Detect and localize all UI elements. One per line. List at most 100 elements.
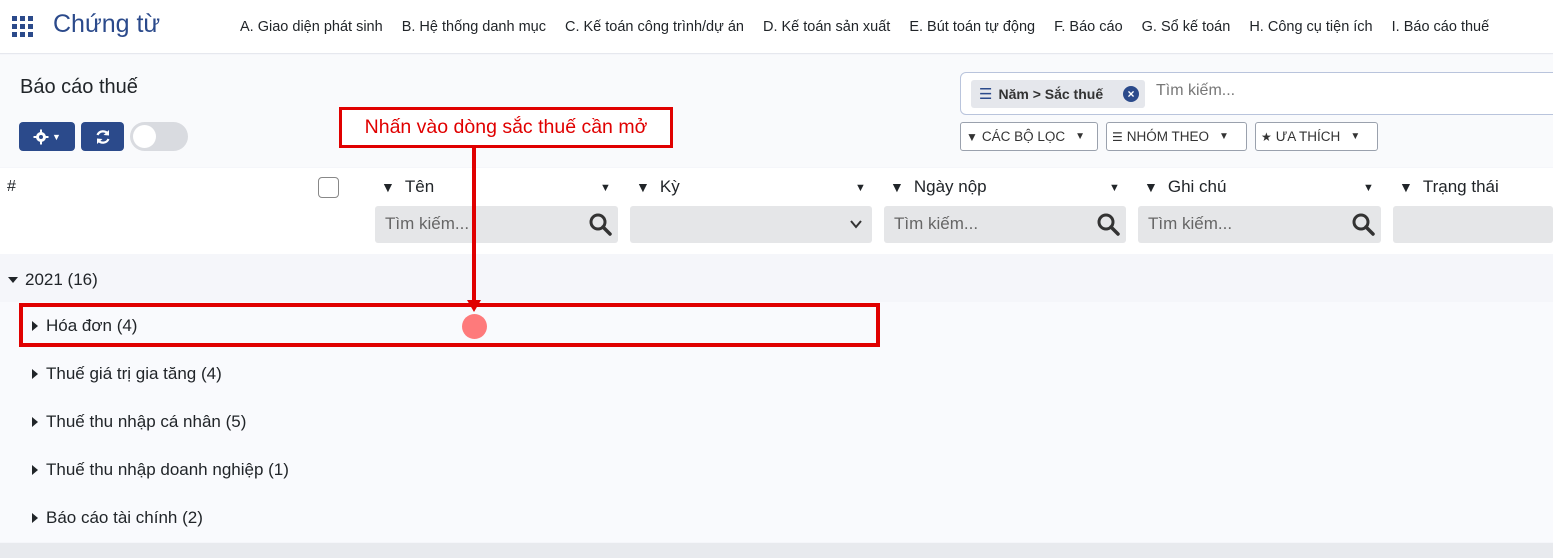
apps-grid-icon[interactable] bbox=[12, 16, 35, 39]
caret-down-icon[interactable]: ▼ bbox=[1363, 182, 1374, 194]
group-year-label: 2021 (16) bbox=[25, 270, 98, 289]
column-title: Ngày nộp bbox=[913, 177, 987, 196]
menu-item-so-ke-toan[interactable]: G. Sổ kế toán bbox=[1142, 19, 1231, 35]
caret-down-icon[interactable]: ▼ bbox=[1109, 182, 1120, 194]
favorites-dropdown-button[interactable]: ★ ƯA THÍCH ▼ bbox=[1255, 122, 1378, 151]
search-bar[interactable]: ☰ Năm > Sắc thuế × bbox=[960, 72, 1553, 115]
search-facet[interactable]: ☰ Năm > Sắc thuế × bbox=[971, 80, 1145, 108]
control-panel: Báo cáo thuế ▼ ☰ Năm > Sắc thuế × Tìm ki… bbox=[0, 55, 1553, 167]
view-toggle[interactable] bbox=[130, 122, 188, 151]
column-ten: ▼ Tên ▼ bbox=[375, 168, 618, 254]
column-title: Tên bbox=[404, 177, 435, 196]
bars-icon: ☰ bbox=[1112, 129, 1123, 144]
column-search-input[interactable] bbox=[1148, 214, 1328, 234]
menu-item-bao-cao-thue[interactable]: I. Báo cáo thuế bbox=[1392, 19, 1490, 35]
group-row-bao-cao-tai-chinh[interactable]: Báo cáo tài chính (2) bbox=[0, 494, 1553, 542]
column-header-ten[interactable]: ▼ Tên bbox=[381, 177, 434, 197]
top-navbar: Chứng từ A. Giao diện phát sinh B. Hệ th… bbox=[0, 0, 1553, 54]
column-trang-thai: ▼ Trạng thái bbox=[1393, 168, 1553, 254]
group-label: Thuế thu nhập doanh nghiệp (1) bbox=[46, 460, 289, 479]
group-label-wrap: Thuế thu nhập doanh nghiệp (1) bbox=[32, 460, 289, 480]
remove-facet-icon[interactable]: × bbox=[1123, 86, 1139, 102]
menu-item-bao-cao[interactable]: F. Báo cáo bbox=[1054, 19, 1123, 35]
caret-down-icon bbox=[8, 277, 18, 283]
menu-item-giao-dien-phat-sinh[interactable]: A. Giao diện phát sinh bbox=[240, 19, 383, 35]
column-search-input[interactable] bbox=[894, 214, 1074, 234]
column-title: Trạng thái bbox=[1422, 177, 1499, 196]
group-label-wrap: Thuế thu nhập cá nhân (5) bbox=[32, 412, 246, 432]
column-header-ghi-chu[interactable]: ▼ Ghi chú bbox=[1144, 177, 1226, 197]
column-filter-ky-select[interactable] bbox=[630, 206, 872, 243]
menu-item-ke-toan-san-xuat[interactable]: D. Kế toán sản xuất bbox=[763, 19, 890, 35]
caret-right-icon bbox=[32, 369, 38, 379]
column-title: Ghi chú bbox=[1167, 177, 1227, 196]
menu-item-he-thong-danh-muc[interactable]: B. Hệ thống danh mục bbox=[402, 19, 546, 35]
app-title[interactable]: Chứng từ bbox=[53, 10, 160, 39]
group-row-thue-tndn[interactable]: Thuế thu nhập doanh nghiệp (1) bbox=[0, 446, 1553, 494]
annotation-callout: Nhấn vào dòng sắc thuế cần mở bbox=[339, 107, 673, 148]
group-year-label-wrap: 2021 (16) bbox=[8, 270, 98, 290]
table-header: # ▼ Tên ▼ ▼ Kỳ ▼ ▼ Ngày nộp bbox=[0, 168, 1553, 254]
group-label-wrap: Báo cáo tài chính (2) bbox=[32, 508, 203, 528]
column-title: Kỳ bbox=[659, 177, 680, 196]
group-by-dropdown-button[interactable]: ☰ NHÓM THEO ▼ bbox=[1106, 122, 1247, 151]
funnel-icon: ▼ bbox=[966, 129, 978, 144]
search-facet-label: Năm > Sắc thuế bbox=[998, 86, 1104, 102]
column-filter-ghi-chu bbox=[1138, 206, 1381, 243]
column-filter-trang-thai[interactable] bbox=[1393, 206, 1553, 243]
list-footer-strip bbox=[0, 543, 1553, 558]
search-input[interactable] bbox=[1156, 82, 1536, 100]
column-ky: ▼ Kỳ ▼ bbox=[630, 168, 872, 254]
caret-down-icon: ▼ bbox=[1075, 131, 1086, 142]
group-lines-icon: ☰ bbox=[979, 86, 993, 103]
column-filter-ten bbox=[375, 206, 618, 243]
column-filter-ngay-nop bbox=[884, 206, 1126, 243]
group-row-year[interactable]: 2021 (16) bbox=[0, 256, 1553, 302]
favorites-label: ƯA THÍCH bbox=[1275, 129, 1341, 144]
menu-item-cong-cu-tien-ich[interactable]: H. Công cụ tiện ích bbox=[1249, 19, 1372, 35]
menu-item-but-toan-tu-dong[interactable]: E. Bút toán tự động bbox=[909, 19, 1035, 35]
search-icon[interactable] bbox=[1351, 212, 1375, 236]
column-header-ngay-nop[interactable]: ▼ Ngày nộp bbox=[890, 177, 987, 197]
group-row-thue-tncn[interactable]: Thuế thu nhập cá nhân (5) bbox=[0, 398, 1553, 446]
menu-item-ke-toan-cong-trinh[interactable]: C. Kế toán công trình/dự án bbox=[565, 19, 744, 35]
funnel-icon: ▼ bbox=[890, 179, 904, 195]
click-indicator bbox=[462, 314, 487, 339]
group-row-thue-gtgt[interactable]: Thuế giá trị gia tăng (4) bbox=[0, 350, 1553, 398]
star-icon: ★ bbox=[1261, 129, 1272, 144]
column-ghi-chu: ▼ Ghi chú ▼ bbox=[1138, 168, 1381, 254]
action-gear-button[interactable]: ▼ bbox=[19, 122, 75, 151]
caret-down-icon[interactable]: ▼ bbox=[855, 182, 866, 194]
annotation-arrow-line bbox=[472, 148, 476, 303]
filters-label: CÁC BỘ LỌC bbox=[981, 129, 1066, 144]
search-icon[interactable] bbox=[588, 212, 612, 236]
caret-right-icon bbox=[32, 417, 38, 427]
breadcrumb: Báo cáo thuế bbox=[20, 76, 138, 98]
funnel-icon: ▼ bbox=[381, 179, 395, 195]
select-all-checkbox[interactable] bbox=[318, 177, 339, 198]
funnel-icon: ▼ bbox=[1144, 179, 1158, 195]
chevron-down-icon bbox=[850, 220, 862, 229]
refresh-button[interactable] bbox=[81, 122, 124, 151]
caret-down-icon[interactable]: ▼ bbox=[600, 182, 611, 194]
search-icon[interactable] bbox=[1096, 212, 1120, 236]
caret-right-icon bbox=[32, 465, 38, 475]
annotation-highlight-box bbox=[19, 303, 880, 347]
funnel-icon: ▼ bbox=[636, 179, 650, 195]
column-header-ky[interactable]: ▼ Kỳ bbox=[636, 177, 680, 197]
group-by-label: NHÓM THEO bbox=[1126, 129, 1210, 144]
caret-right-icon bbox=[32, 513, 38, 523]
funnel-icon: ▼ bbox=[1399, 179, 1413, 195]
column-ngay-nop: ▼ Ngày nộp ▼ bbox=[884, 168, 1126, 254]
group-label: Báo cáo tài chính (2) bbox=[46, 508, 203, 527]
group-label: Thuế thu nhập cá nhân (5) bbox=[46, 412, 247, 431]
group-label-wrap: Thuế giá trị gia tăng (4) bbox=[32, 364, 222, 384]
gear-icon bbox=[33, 129, 49, 144]
caret-down-icon: ▼ bbox=[1350, 131, 1361, 142]
row-number-header: # bbox=[7, 178, 16, 195]
caret-down-icon: ▼ bbox=[1219, 131, 1229, 142]
column-header-trang-thai[interactable]: ▼ Trạng thái bbox=[1399, 177, 1499, 197]
filters-dropdown-button[interactable]: ▼ CÁC BỘ LỌC ▼ bbox=[960, 122, 1098, 151]
group-label: Thuế giá trị gia tăng (4) bbox=[46, 364, 222, 383]
toggle-knob bbox=[133, 125, 156, 148]
